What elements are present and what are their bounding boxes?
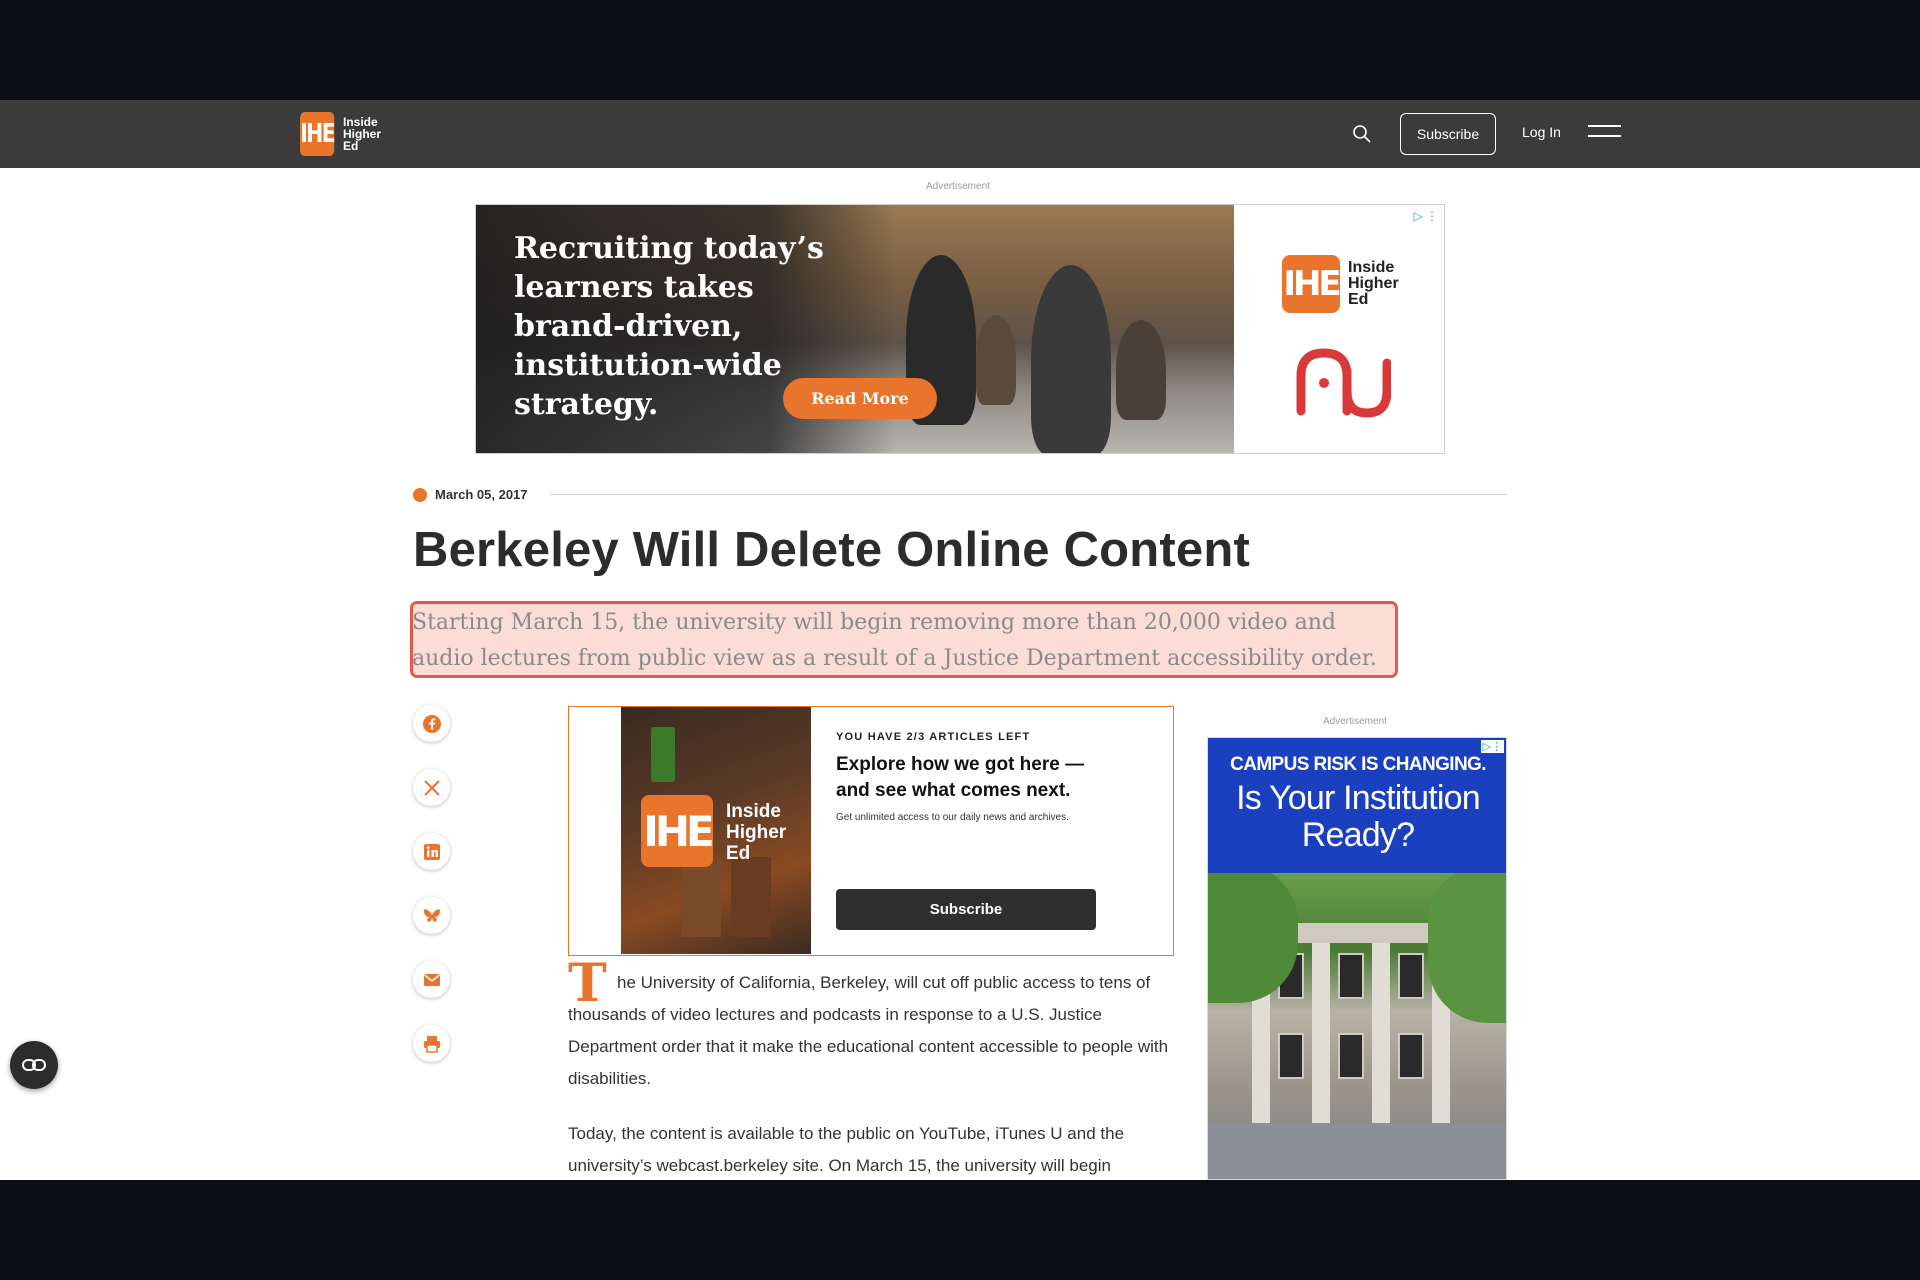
x-icon xyxy=(423,779,440,796)
share-facebook-button[interactable] xyxy=(413,705,450,742)
linkedin-icon xyxy=(423,843,440,860)
logo-line-3: Ed xyxy=(343,139,359,153)
article-date: March 05, 2017 xyxy=(435,487,528,502)
link-icon xyxy=(22,1059,46,1071)
reader-mode-button[interactable] xyxy=(10,1041,58,1089)
search-icon[interactable] xyxy=(1352,124,1372,144)
side-ad-headline: Is Your Institution Ready? xyxy=(1236,779,1481,854)
ad-logo-panel: ▷ ⋮ IHE Inside Higher Ed xyxy=(1234,205,1444,453)
paywall-ihe-line-1: Inside xyxy=(726,801,781,822)
sponsor-logo-icon xyxy=(1296,348,1391,418)
print-icon xyxy=(423,1035,440,1053)
article-dek: Starting March 15, the university will b… xyxy=(412,610,1377,671)
side-ad-choices-icon[interactable]: ▷⋮ xyxy=(1480,740,1504,753)
logo-mark: IHE xyxy=(300,112,336,156)
side-ad-label: Advertisement xyxy=(1323,716,1387,727)
paywall-image: IHE Inside Higher Ed xyxy=(621,707,811,954)
article-paragraph: Today, the content is available to the p… xyxy=(568,1124,1125,1175)
share-linkedin-button[interactable] xyxy=(413,833,450,870)
date-dot xyxy=(413,488,427,502)
print-button[interactable] xyxy=(413,1025,450,1062)
ad-ihe-text: Inside Higher Ed xyxy=(1348,260,1399,308)
share-x-button[interactable] xyxy=(413,769,450,806)
site-logo[interactable]: IHE Inside Higher Ed xyxy=(300,112,381,156)
article-paragraph: he University of California, Berkeley, w… xyxy=(568,973,1169,1088)
email-icon xyxy=(423,973,440,986)
ad-photo: Recruiting today’s learners takes brand-… xyxy=(476,205,1234,453)
paywall-promo: IHE Inside Higher Ed YOU HAVE 2/3 ARTICL… xyxy=(568,706,1174,956)
ad-ihe-mark: IHE xyxy=(1282,255,1342,313)
ad-label: Advertisement xyxy=(926,181,990,192)
paywall-headline: Explore how we got here — and see what c… xyxy=(836,754,1085,801)
menu-icon[interactable] xyxy=(1588,124,1621,144)
ad-ihe-line-2: Higher xyxy=(1348,275,1399,292)
divider xyxy=(550,494,1507,495)
ad-read-more-button[interactable]: Read More xyxy=(783,378,937,419)
ad-ihe-line-1: Inside xyxy=(1348,259,1395,276)
paywall-ihe-text: Inside Higher Ed xyxy=(726,801,786,864)
paywall-subtext: Get unlimited access to our daily news a… xyxy=(836,812,1069,823)
side-ad[interactable]: CAMPUS RISK IS CHANGING. Is Your Institu… xyxy=(1207,737,1507,1180)
logo-text: Inside Higher Ed xyxy=(343,116,381,152)
side-ad-kicker: CAMPUS RISK IS CHANGING. xyxy=(1230,754,1486,775)
paywall-ihe-mark: IHE xyxy=(641,795,715,867)
ad-choices-icon[interactable]: ▷ ⋮ xyxy=(1413,209,1438,223)
ad-ihe-logo: IHE Inside Higher Ed xyxy=(1282,255,1399,313)
side-ad-banner: CAMPUS RISK IS CHANGING. Is Your Institu… xyxy=(1208,738,1506,873)
side-ad-photo xyxy=(1208,873,1506,1179)
paywall-kicker: YOU HAVE 2/3 ARTICLES LEFT xyxy=(836,731,1031,743)
ad-ihe-line-3: Ed xyxy=(1348,291,1369,308)
login-link[interactable]: Log In xyxy=(1522,124,1561,140)
paywall-ihe-line-2: Higher xyxy=(726,822,787,843)
paywall-ihe-line-3: Ed xyxy=(726,843,751,864)
top-banner-ad[interactable]: Recruiting today’s learners takes brand-… xyxy=(475,204,1445,454)
bluesky-icon xyxy=(423,908,440,922)
share-bluesky-button[interactable] xyxy=(413,897,450,934)
paywall-subscribe-button[interactable]: Subscribe xyxy=(836,889,1096,930)
share-email-button[interactable] xyxy=(413,961,450,998)
header-subscribe-button[interactable]: Subscribe xyxy=(1400,113,1496,155)
article-title: Berkeley Will Delete Online Content xyxy=(413,523,1251,577)
page: IHE Inside Higher Ed Subscribe Log In Ad… xyxy=(0,100,1920,1180)
facebook-icon xyxy=(422,714,441,733)
site-header: IHE Inside Higher Ed Subscribe Log In xyxy=(0,100,1920,168)
